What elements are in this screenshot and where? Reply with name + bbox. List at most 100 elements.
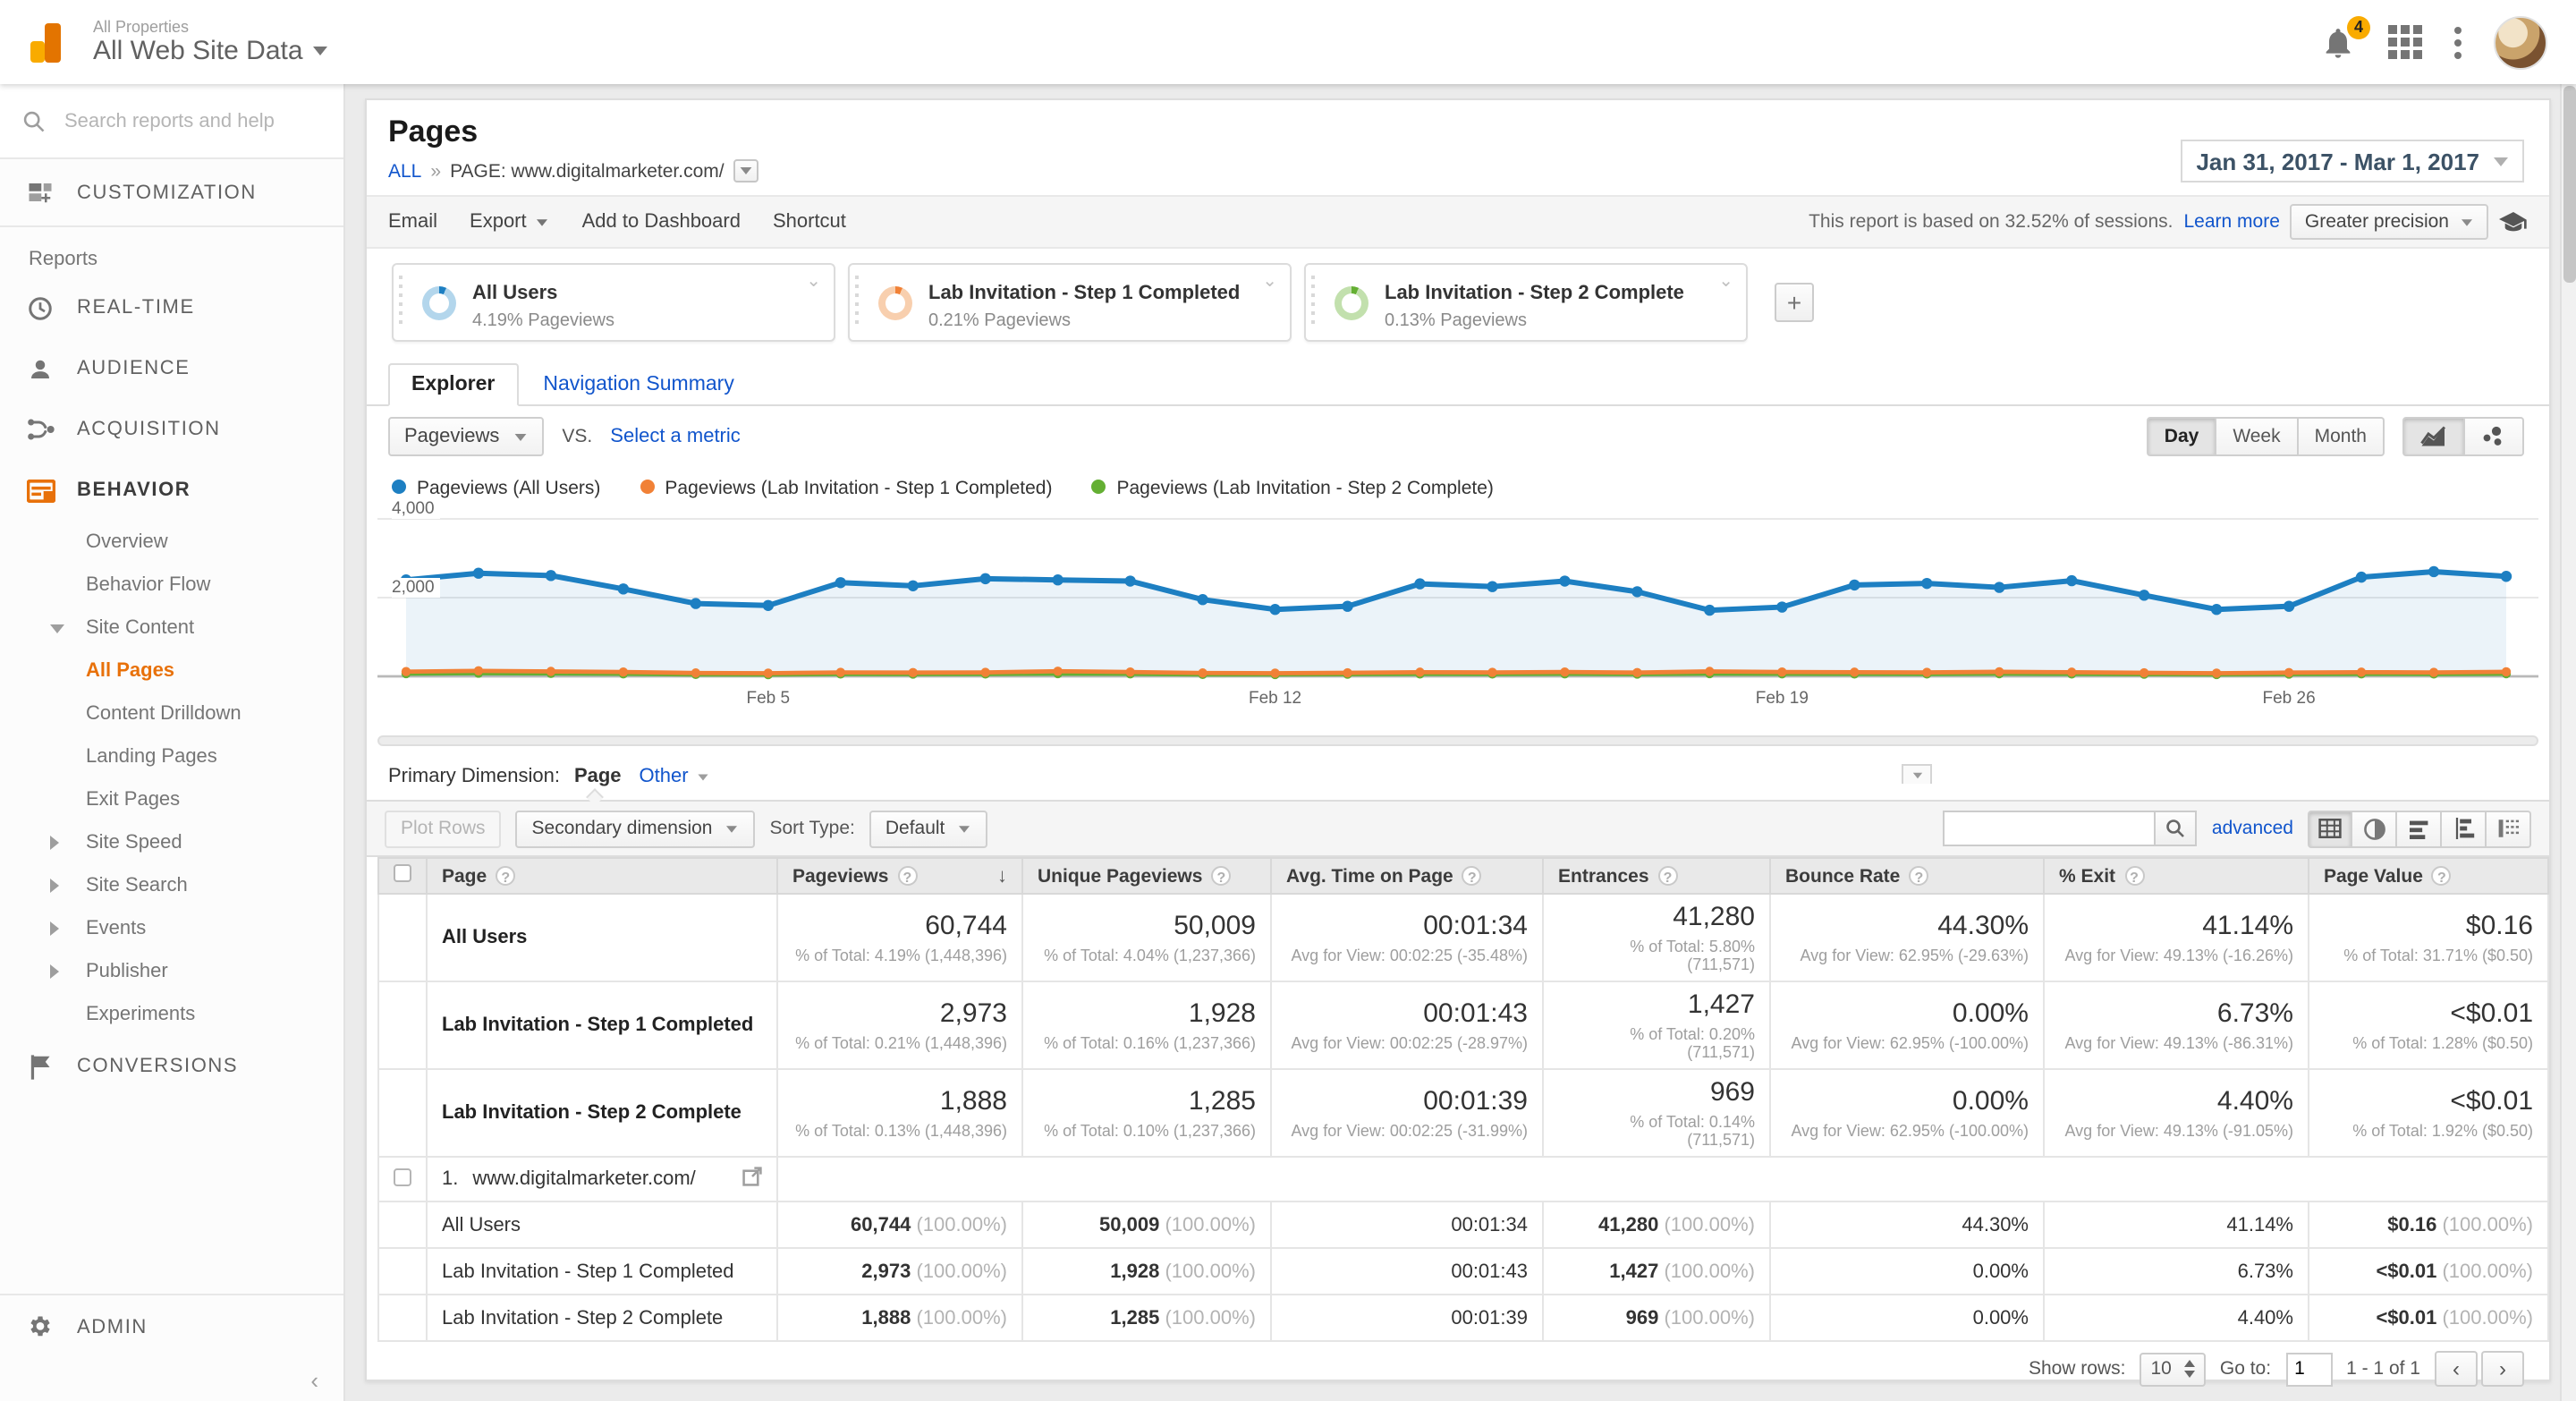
sidebar-item-exit-pages[interactable]: Exit Pages [0, 778, 343, 821]
pager-range: 1 - 1 of 1 [2346, 1358, 2420, 1380]
drag-handle[interactable] [399, 276, 408, 329]
drag-handle[interactable] [1311, 276, 1320, 329]
user-avatar[interactable] [2494, 15, 2547, 69]
metric-dropdown[interactable]: Pageviews [388, 417, 545, 456]
select-all-checkbox[interactable] [394, 864, 411, 882]
segment-card-2[interactable]: Lab Invitation - Step 1 Completed 0.21% P… [848, 263, 1292, 342]
drag-handle[interactable] [855, 276, 864, 329]
annotations-expander[interactable] [1902, 764, 1932, 784]
advanced-search-link[interactable]: advanced [2212, 818, 2293, 839]
sidebar-item-publisher[interactable]: Publisher [0, 950, 343, 993]
help-icon[interactable]: ? [1657, 866, 1678, 886]
sidebar-item-behavior[interactable]: BEHAVIOR [0, 460, 343, 521]
column-header-bounce-rate[interactable]: Bounce Rate? [1769, 857, 2045, 895]
table-search-input[interactable] [1943, 811, 2155, 846]
segment-card-3[interactable]: Lab Invitation - Step 2 Complete 0.13% Pa… [1304, 263, 1748, 342]
sort-type-dropdown[interactable]: Default [869, 810, 988, 847]
precision-selector[interactable]: Greater precision [2290, 204, 2488, 240]
sidebar-item-site-speed[interactable]: Site Speed [0, 821, 343, 864]
prev-page-button[interactable]: ‹ [2435, 1351, 2478, 1387]
sidebar-item-all-pages[interactable]: All Pages [0, 650, 343, 692]
help-icon[interactable]: ? [1211, 866, 1232, 886]
go-to-page-input[interactable] [2285, 1352, 2333, 1386]
triangle-right-icon [50, 921, 59, 936]
learn-more-link[interactable]: Learn more [2184, 211, 2280, 233]
next-page-button[interactable]: › [2481, 1351, 2524, 1387]
column-header-unique-pageviews[interactable]: Unique Pageviews? [1021, 857, 1272, 895]
account-switcher[interactable]: All Web Site Data [93, 36, 328, 66]
email-button[interactable]: Email [388, 211, 437, 233]
open-page-icon[interactable] [742, 1167, 762, 1192]
help-icon[interactable]: ? [1909, 866, 1929, 886]
sidebar-item-site-content[interactable]: Site Content [0, 607, 343, 650]
pivot-view-button[interactable] [2487, 810, 2531, 847]
sidebar-item-real-time[interactable]: REAL-TIME [0, 277, 343, 338]
sidebar-item-customization[interactable]: CUSTOMIZATION [0, 159, 343, 227]
shortcut-button[interactable]: Shortcut [773, 211, 846, 233]
data-view-button[interactable] [2308, 810, 2352, 847]
plot-rows-button[interactable]: Plot Rows [385, 810, 502, 847]
sidebar-item-admin[interactable]: ADMIN [0, 1294, 343, 1358]
more-menu-button[interactable] [2454, 26, 2462, 58]
column-header-page[interactable]: Page? [426, 857, 778, 895]
table-search-button[interactable] [2154, 811, 2198, 846]
sidebar-item-conversions[interactable]: CONVERSIONS [0, 1036, 343, 1097]
sidebar-collapse-button[interactable]: ‹ [0, 1358, 343, 1401]
comparison-view-button[interactable] [2442, 810, 2487, 847]
sidebar-item-behavior-flow[interactable]: Behavior Flow [0, 564, 343, 607]
column-header-avg-time-on-page[interactable]: Avg. Time on Page? [1270, 857, 1544, 895]
metric-cell: 50,009 (100.00%) [1021, 1201, 1272, 1249]
sidebar-item-acquisition[interactable]: ACQUISITION [0, 399, 343, 460]
sidebar-item-events[interactable]: Events [0, 907, 343, 950]
column-header--exit[interactable]: % Exit? [2043, 857, 2309, 895]
tab-navigation-summary[interactable]: Navigation Summary [518, 365, 758, 404]
tab-explorer[interactable]: Explorer [388, 363, 519, 406]
chevron-down-icon[interactable]: ⌄ [1262, 272, 1277, 292]
primary-dimension-page[interactable]: Page [574, 766, 622, 806]
sidebar-item-landing-pages[interactable]: Landing Pages [0, 735, 343, 778]
chevron-down-icon[interactable]: ⌄ [806, 272, 821, 292]
chevron-down-icon[interactable]: ⌄ [1718, 272, 1733, 292]
sidebar-search[interactable] [0, 84, 343, 159]
granularity-day-button[interactable]: Day [2146, 417, 2217, 456]
chart-scrollbar[interactable] [377, 735, 2538, 746]
add-segment-button[interactable]: + [1775, 283, 1814, 322]
show-rows-select[interactable]: 10 [2140, 1352, 2206, 1386]
select-a-metric-link[interactable]: Select a metric [610, 426, 741, 447]
search-input[interactable] [64, 110, 297, 132]
column-header-pageviews[interactable]: Pageviews? ↓ [776, 857, 1023, 895]
add-to-dashboard-button[interactable]: Add to Dashboard [582, 211, 741, 233]
help-icon[interactable]: ? [2124, 866, 2145, 886]
performance-view-button[interactable] [2397, 810, 2442, 847]
line-chart-view-button[interactable] [2402, 417, 2465, 456]
help-icon[interactable]: ? [897, 866, 918, 886]
help-icon[interactable]: ? [2431, 866, 2452, 886]
sidebar-item-overview[interactable]: Overview [0, 521, 343, 564]
export-button[interactable]: Export [470, 211, 550, 233]
granularity-week-button[interactable]: Week [2216, 417, 2299, 456]
row-checkbox[interactable] [394, 1168, 411, 1185]
sidebar-item-audience[interactable]: AUDIENCE [0, 338, 343, 399]
percentage-view-button[interactable] [2352, 810, 2397, 847]
breadcrumb-dropdown-button[interactable] [733, 159, 758, 183]
sidebar-item-content-drilldown[interactable]: Content Drilldown [0, 692, 343, 735]
sidebar-item-site-search[interactable]: Site Search [0, 864, 343, 907]
help-icon[interactable]: ? [496, 866, 516, 886]
sidebar-item-experiments[interactable]: Experiments [0, 993, 343, 1036]
primary-dimension-other[interactable]: Other [640, 766, 710, 787]
date-range-selector[interactable]: Jan 31, 2017 - Mar 1, 2017 [2180, 140, 2524, 183]
page-url[interactable]: www.digitalmarketer.com/ [472, 1168, 695, 1190]
column-header-entrances[interactable]: Entrances? [1542, 857, 1771, 895]
motion-chart-view-button[interactable] [2465, 417, 2524, 456]
metric-cell: 00:01:39 Avg for View: 00:02:25 (-31.99%) [1270, 1068, 1544, 1158]
help-icon[interactable]: ? [1462, 866, 1482, 886]
y-axis-tick-label: 2,000 [392, 578, 440, 598]
segment-card-1[interactable]: All Users 4.19% Pageviews ⌄ [392, 263, 835, 342]
notifications-button[interactable]: 4 [2320, 15, 2370, 60]
apps-grid-button[interactable] [2388, 25, 2422, 59]
granularity-month-button[interactable]: Month [2298, 417, 2385, 456]
window-scrollbar[interactable] [2560, 0, 2576, 1401]
breadcrumb-all-link[interactable]: ALL [388, 160, 421, 182]
secondary-dimension-dropdown[interactable]: Secondary dimension [515, 810, 756, 847]
column-header-page-value[interactable]: Page Value? [2308, 857, 2549, 895]
